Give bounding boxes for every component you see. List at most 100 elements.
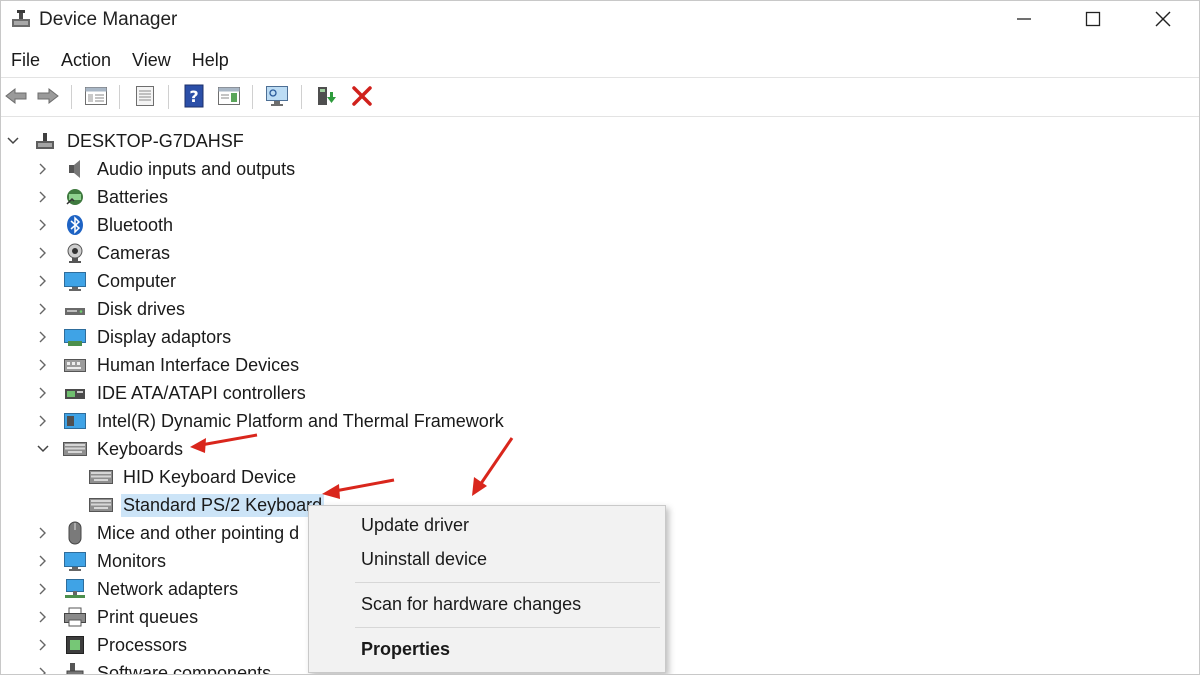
printer-icon: [63, 606, 87, 628]
tree-item-network-adapters[interactable]: Network adapters: [35, 575, 240, 603]
chevron-right-icon[interactable]: [35, 665, 51, 674]
menu-bar: File Action View Help: [1, 45, 240, 75]
tree-root[interactable]: DESKTOP-G7DAHSF: [5, 127, 246, 155]
tree-item-display-adaptors[interactable]: Display adaptors: [35, 323, 233, 351]
tree-item-label: Human Interface Devices: [97, 354, 300, 375]
tree-item-label: Cameras: [97, 242, 171, 263]
menu-item-properties[interactable]: Properties: [361, 639, 450, 660]
scan-monitor-icon: [266, 86, 288, 106]
back-button[interactable]: [3, 83, 29, 109]
speaker-icon: [63, 158, 87, 180]
chevron-right-icon[interactable]: [35, 581, 51, 597]
annotation-arrow-ps2-keyboard: [322, 478, 395, 499]
tree-item-bluetooth[interactable]: Bluetooth: [35, 211, 175, 239]
chevron-right-icon[interactable]: [35, 525, 51, 541]
tree-item-cameras[interactable]: Cameras: [35, 239, 172, 267]
chevron-down-icon[interactable]: [35, 441, 51, 457]
menu-action[interactable]: Action: [51, 45, 122, 75]
properties-icon: [136, 86, 154, 106]
tree-item-label: Print queues: [97, 606, 199, 627]
forward-arrow-icon: [37, 87, 59, 105]
tree-item-hid[interactable]: Human Interface Devices: [35, 351, 301, 379]
toolbar-separator: [119, 85, 120, 109]
close-button[interactable]: [1133, 1, 1193, 37]
tree-item-label: Software components: [97, 662, 272, 675]
close-icon: [1155, 11, 1171, 27]
toolbar-separator: [252, 85, 253, 109]
chevron-right-icon[interactable]: [35, 385, 51, 401]
tree-item-keyboards[interactable]: Keyboards: [35, 435, 185, 463]
forward-button[interactable]: [35, 83, 61, 109]
tree-item-monitors[interactable]: Monitors: [35, 547, 168, 575]
chevron-right-icon[interactable]: [35, 217, 51, 233]
processor-icon: [63, 634, 87, 656]
chevron-right-icon[interactable]: [35, 329, 51, 345]
maximize-button[interactable]: [1063, 1, 1123, 37]
mouse-icon: [63, 521, 87, 545]
tree-root-label: DESKTOP-G7DAHSF: [67, 130, 244, 151]
maximize-icon: [1085, 11, 1101, 27]
action-pane-icon: [218, 87, 240, 105]
human-interface-icon: [63, 354, 87, 376]
tree-item-computer[interactable]: Computer: [35, 267, 178, 295]
tree-item-processors[interactable]: Processors: [35, 631, 189, 659]
tree-item-ide[interactable]: IDE ATA/ATAPI controllers: [35, 379, 308, 407]
menu-file[interactable]: File: [1, 45, 51, 75]
tree-item-label: Batteries: [97, 186, 169, 207]
tree-item-label: Network adapters: [97, 578, 239, 599]
ide-controller-icon: [63, 382, 87, 404]
title-bar: Device Manager: [1, 1, 1199, 39]
chevron-right-icon[interactable]: [35, 245, 51, 261]
uninstall-button[interactable]: [349, 83, 375, 109]
menu-view[interactable]: View: [122, 45, 182, 75]
chevron-right-icon[interactable]: [35, 161, 51, 177]
tree-child-standard-ps2-keyboard[interactable]: Standard PS/2 Keyboard: [65, 491, 325, 519]
chevron-right-icon[interactable]: [35, 273, 51, 289]
show-hide-console-tree-icon: [85, 87, 107, 105]
menu-help[interactable]: Help: [182, 45, 240, 75]
tree-item-intel-dptf[interactable]: Intel(R) Dynamic Platform and Thermal Fr…: [35, 407, 506, 435]
update-driver-button[interactable]: [313, 83, 339, 109]
minimize-icon: [1017, 18, 1031, 20]
display-adapter-icon: [63, 326, 87, 348]
network-adapter-icon: [63, 578, 87, 600]
show-hide-console-tree-button[interactable]: [83, 83, 109, 109]
help-icon: ?: [184, 84, 204, 108]
menu-separator: [355, 582, 660, 583]
tree-item-label: Bluetooth: [97, 214, 174, 235]
chevron-right-icon[interactable]: [35, 413, 51, 429]
back-arrow-icon: [5, 87, 27, 105]
help-button[interactable]: ?: [181, 83, 207, 109]
chevron-right-icon[interactable]: [35, 553, 51, 569]
chevron-right-icon[interactable]: [35, 301, 51, 317]
tree-item-label: Audio inputs and outputs: [97, 158, 296, 179]
tree-item-disk-drives[interactable]: Disk drives: [35, 295, 187, 323]
tree-item-software-components[interactable]: Software components: [35, 659, 273, 675]
tree-child-hid-keyboard[interactable]: HID Keyboard Device: [65, 463, 298, 491]
chevron-right-icon[interactable]: [35, 189, 51, 205]
menu-item-uninstall-device[interactable]: Uninstall device: [361, 549, 487, 570]
tree-item-label: IDE ATA/ATAPI controllers: [97, 382, 306, 403]
annotation-arrow-update-driver: [472, 437, 514, 496]
chevron-right-icon[interactable]: [35, 609, 51, 625]
device-manager-window: Device Manager File Action View Help ? D…: [0, 0, 1200, 675]
tree-item-mice[interactable]: Mice and other pointing d: [35, 519, 301, 547]
system-device-icon: [63, 410, 87, 432]
computer-tower-icon: [33, 130, 57, 152]
action-pane-button[interactable]: [216, 83, 242, 109]
properties-button[interactable]: [132, 83, 158, 109]
chevron-right-icon[interactable]: [35, 637, 51, 653]
disk-drive-icon: [63, 298, 87, 320]
menu-item-scan-hardware[interactable]: Scan for hardware changes: [361, 594, 581, 615]
tree-item-label: Disk drives: [97, 298, 186, 319]
minimize-button[interactable]: [994, 1, 1054, 37]
tree-item-print-queues[interactable]: Print queues: [35, 603, 200, 631]
tree-item-batteries[interactable]: Batteries: [35, 183, 170, 211]
toolbar-separator: [71, 85, 72, 109]
chevron-down-icon[interactable]: [5, 133, 21, 149]
monitor-icon: [63, 550, 87, 572]
menu-item-update-driver[interactable]: Update driver: [361, 515, 469, 536]
chevron-right-icon[interactable]: [35, 357, 51, 373]
scan-hardware-button[interactable]: [264, 83, 290, 109]
tree-item-audio[interactable]: Audio inputs and outputs: [35, 155, 297, 183]
